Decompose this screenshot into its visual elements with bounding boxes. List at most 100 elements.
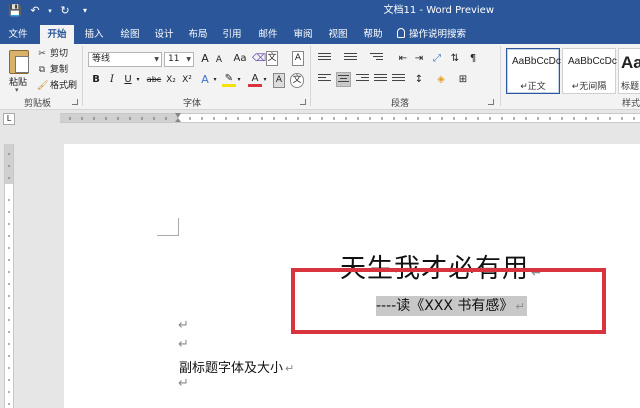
body-text: 副标题字体及大小 [179, 361, 284, 376]
body-text-line[interactable]: 副标题字体及大小 ↵ [179, 357, 294, 376]
style-no-spacing[interactable]: AaBbCcDc ↵无间隔 [562, 48, 617, 94]
margin-corner-mark [157, 218, 179, 236]
chevron-down-icon[interactable]: ▾ [236, 72, 242, 88]
align-center-icon[interactable] [336, 72, 351, 87]
line-spacing-icon[interactable]: ↕ [412, 72, 426, 88]
cut-label: 剪切 [50, 49, 69, 59]
tab-insert[interactable]: 插入 [80, 25, 108, 44]
format-painter-button[interactable]: 🖌 格式刷 [37, 80, 77, 92]
superscript-button[interactable]: X² [180, 72, 194, 88]
borders-icon[interactable]: ⊞ [456, 72, 470, 88]
subscript-button[interactable]: X₂ [164, 72, 178, 88]
chevron-down-icon[interactable]: ▼ [154, 53, 159, 66]
justify-icon[interactable] [374, 74, 387, 85]
tab-design[interactable]: 设计 [150, 25, 178, 44]
copy-label: 复制 [50, 65, 69, 75]
italic-button[interactable]: I [106, 72, 118, 88]
hanging-indent-marker[interactable] [175, 118, 181, 122]
shrink-font-button[interactable]: A [213, 52, 225, 68]
decrease-indent-icon[interactable]: ⇤ [396, 51, 410, 67]
window-title: 文档11 - Word Preview [383, 5, 495, 16]
paragraph-mark: ↵ [285, 362, 295, 375]
clipboard-group-label: 剪贴板 [24, 99, 52, 109]
vertical-ruler[interactable] [4, 144, 14, 408]
align-left-icon[interactable] [318, 74, 331, 85]
distributed-icon[interactable] [392, 74, 405, 85]
paste-icon[interactable] [9, 50, 29, 74]
tell-me-search[interactable]: 操作说明搜索 [397, 25, 475, 44]
style-name: ↵正文 [520, 82, 546, 92]
style-sample: AaB [621, 53, 640, 72]
tell-me-label: 操作说明搜索 [409, 29, 467, 40]
chinese-layout-icon[interactable]: ⤢ [430, 51, 444, 67]
style-sample: AaBbCcDc [512, 56, 561, 67]
tab-home[interactable]: 开始 [40, 25, 74, 44]
clipboard-dialog-launcher[interactable] [72, 99, 78, 105]
bold-button[interactable]: B [90, 72, 102, 88]
copy-icon: ⧉ [38, 65, 46, 75]
font-color-button[interactable]: A [248, 72, 262, 87]
group-separator [310, 46, 311, 106]
tab-references[interactable]: 引用 [218, 25, 246, 44]
align-right-icon[interactable] [356, 74, 369, 85]
style-heading[interactable]: AaB 标题 [618, 48, 640, 94]
format-painter-label: 格式刷 [50, 81, 78, 91]
chevron-down-icon[interactable]: ▾ [15, 86, 19, 94]
chevron-down-icon[interactable]: ▼ [186, 53, 191, 66]
shading-icon[interactable]: ◈ [434, 72, 448, 88]
horizontal-ruler[interactable] [60, 113, 640, 123]
tab-layout[interactable]: 布局 [184, 25, 212, 44]
text-effects-icon[interactable]: A [198, 72, 212, 88]
font-name-combo[interactable]: 等线 ▼ [88, 52, 162, 67]
ruler-ticks [69, 117, 635, 120]
empty-paragraph-mark[interactable]: ↵ [178, 337, 189, 352]
increase-indent-icon[interactable]: ⇥ [412, 51, 426, 67]
style-normal[interactable]: AaBbCcDc ↵正文 [506, 48, 561, 94]
change-case-button[interactable]: Aa [231, 51, 249, 67]
tab-view[interactable]: 视图 [324, 25, 352, 44]
tab-review[interactable]: 审阅 [289, 25, 317, 44]
chevron-down-icon[interactable]: ▾ [212, 72, 218, 88]
clear-formatting-icon[interactable]: ⌫ [252, 51, 266, 67]
tab-draw[interactable]: 绘图 [116, 25, 144, 44]
chevron-down-icon[interactable]: ▾ [262, 72, 268, 88]
numbering-icon[interactable] [344, 53, 357, 64]
enclosed-character-button[interactable]: 文 [290, 73, 304, 88]
bullets-icon[interactable] [318, 53, 331, 64]
strikethrough-button[interactable]: abc [144, 72, 164, 88]
tab-help[interactable]: 帮助 [359, 25, 387, 44]
styles-group-label: 样式 [622, 99, 640, 109]
chevron-down-icon[interactable]: ▾ [135, 72, 141, 88]
group-separator [500, 46, 501, 106]
phonetic-guide-button[interactable]: 文 [266, 51, 278, 66]
font-group-label: 字体 [183, 99, 202, 109]
brush-icon: 🖌 [37, 81, 49, 91]
character-shading-button[interactable]: A [273, 73, 285, 88]
empty-paragraph-mark[interactable]: ↵ [178, 318, 189, 333]
ribbon: 粘贴 ▾ ✂ 剪切 ⧉ 复制 🖌 格式刷 剪贴板 等线 ▼ 11 ▼ A A Aa ⌫ 文… [0, 44, 640, 110]
paragraph-dialog-launcher[interactable] [488, 99, 494, 105]
show-marks-icon[interactable]: ¶ [466, 51, 480, 67]
ruler-ticks [8, 153, 10, 405]
tab-mailings[interactable]: 邮件 [254, 25, 282, 44]
font-size-value: 11 [168, 54, 180, 64]
grow-font-button[interactable]: A [198, 51, 212, 67]
copy-button[interactable]: ⧉ 复制 [37, 64, 68, 76]
sort-icon[interactable]: ⇅ [448, 51, 462, 67]
enclose-characters-button[interactable]: A [292, 51, 304, 66]
tab-selector[interactable]: L [3, 113, 15, 125]
multilevel-list-icon[interactable] [370, 53, 383, 64]
paragraph-group-label: 段落 [391, 99, 410, 109]
ribbon-tabs: 文件 开始 插入 绘图 设计 布局 引用 邮件 审阅 视图 帮助 操作说明搜索 [0, 22, 640, 44]
style-name: 标题 [621, 82, 640, 92]
document-page[interactable]: 天生我才必有用 ↵ ----读《XXX 书有感》 ↵ ↵ ↵ 副标题字体及大小 ↵ ↵ [64, 144, 640, 408]
cut-button[interactable]: ✂ 剪切 [37, 48, 68, 60]
title-bar: 💾 ↶ ▾ ↻ ▾ 文档11 - Word Preview [0, 0, 640, 22]
font-dialog-launcher[interactable] [300, 99, 306, 105]
font-name-value: 等线 [92, 54, 111, 64]
font-size-combo[interactable]: 11 ▼ [164, 52, 194, 67]
tab-file[interactable]: 文件 [4, 25, 32, 44]
highlight-icon[interactable]: ✎ [222, 72, 236, 87]
empty-paragraph-mark[interactable]: ↵ [178, 376, 189, 391]
underline-button[interactable]: U [122, 72, 134, 88]
